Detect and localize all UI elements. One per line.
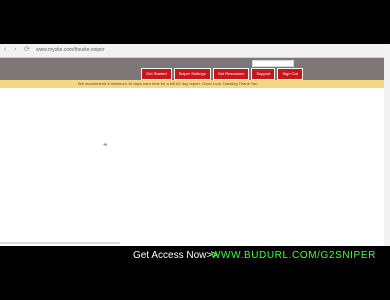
menu-support-button[interactable]: Support [251,68,276,80]
search-input[interactable] [252,60,294,67]
menu-get-resources-button[interactable]: Get Resources [212,68,250,80]
mouse-cursor-icon: ⌖ [103,140,108,149]
menu-get-started-button[interactable]: Get Started [141,68,172,80]
url-text[interactable]: www.mysite.com/thesite-sniper [36,47,105,53]
vertical-scrollbar[interactable] [384,44,390,246]
refresh-icon[interactable]: ⟳ [24,46,30,53]
site-header: Get Started Sniper Settings Get Resource… [0,58,390,80]
get-access-text: Get Access Now>> [133,250,219,261]
address-bar[interactable]: ‹ › ⟳ www.mysite.com/thesite-sniper [0,44,390,58]
get-access-link[interactable]: WWW.BUDURL.COM/G2SNIPER [211,250,376,261]
menu-sign-out-button[interactable]: Sign Out [277,68,303,80]
browser-window: ‹ › ⟳ www.mysite.com/thesite-sniper Get … [0,44,390,246]
menu-sniper-settings-button[interactable]: Sniper Settings [173,68,211,80]
status-bar [0,242,120,244]
top-menu: Get Started Sniper Settings Get Resource… [141,68,303,80]
notice-banner: We recommend a minimum 10 days earn time… [0,80,390,88]
chevron-right-icon[interactable]: › [14,46,20,53]
chevron-left-icon[interactable]: ‹ [4,46,10,53]
banner-text: We recommend a minimum 10 days earn time… [78,81,258,86]
